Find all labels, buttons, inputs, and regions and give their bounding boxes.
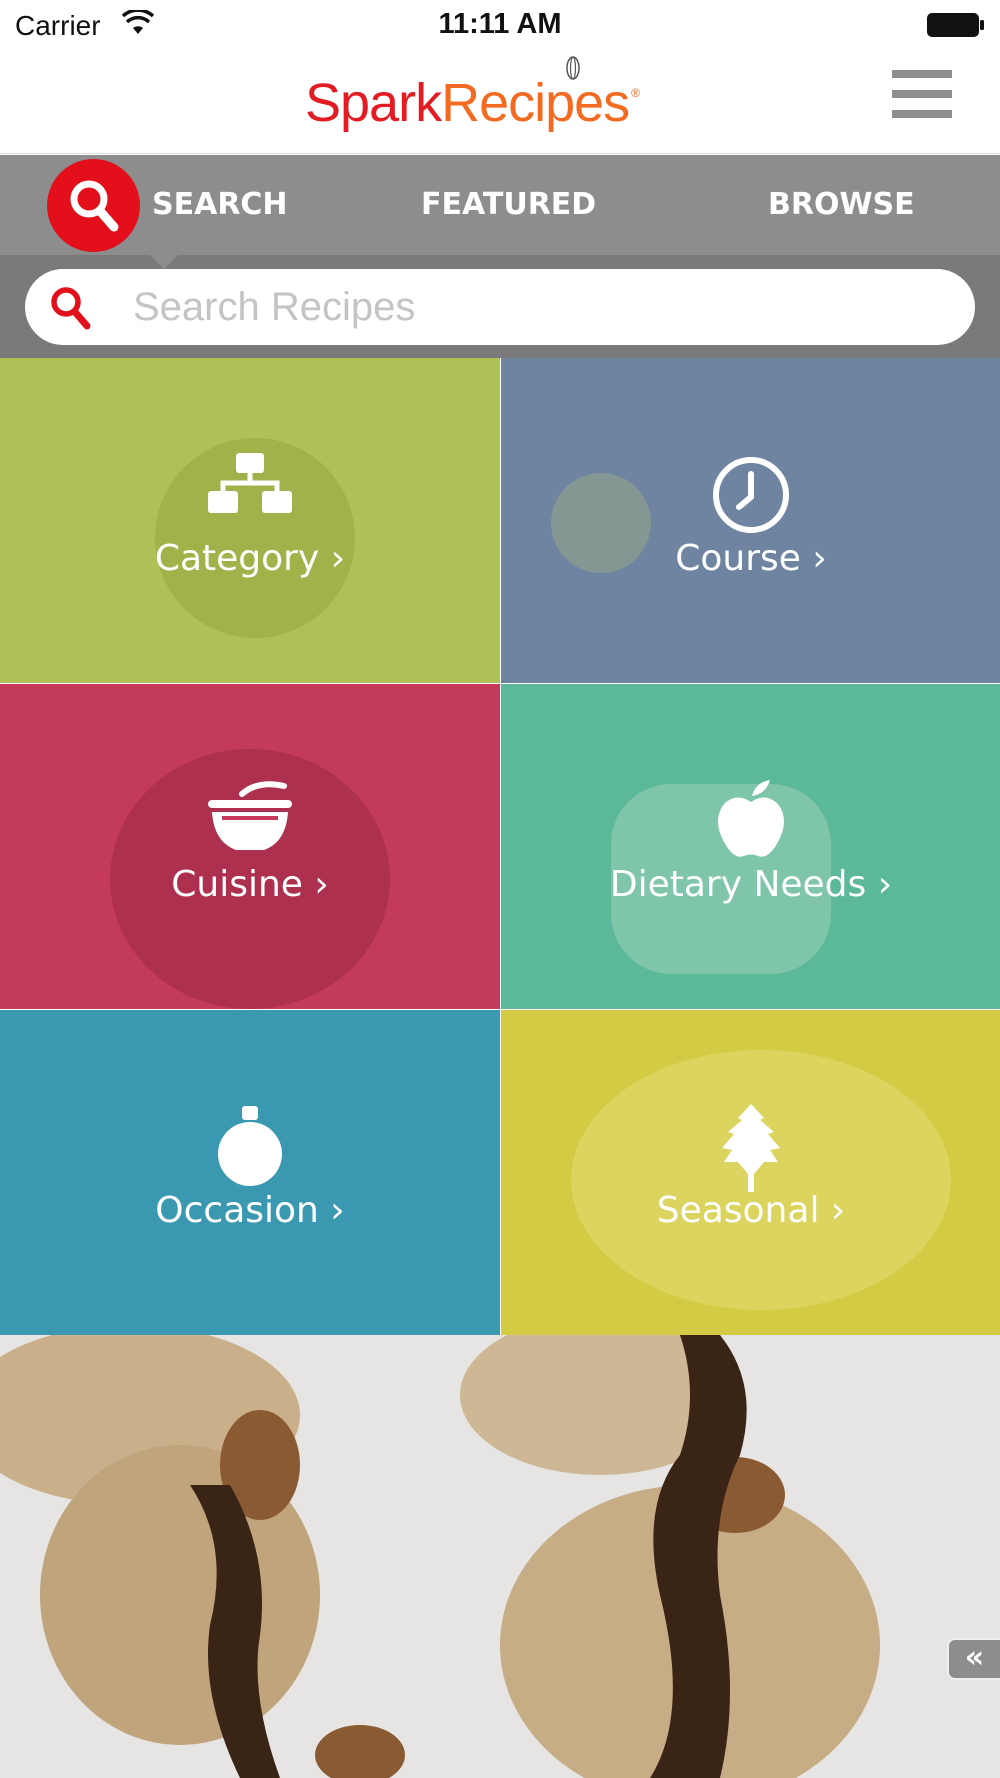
tab-featured[interactable]: FEATURED xyxy=(421,155,596,255)
collapse-panel-button[interactable]: « xyxy=(947,1638,1000,1680)
tile-label: Seasonal › xyxy=(656,1190,846,1231)
tab-search[interactable]: SEARCH xyxy=(152,155,288,255)
tile-category[interactable]: Category › xyxy=(0,358,500,683)
logo-text-spark: Spark xyxy=(305,73,442,133)
hamburger-icon xyxy=(892,70,952,78)
tile-label: Dietary Needs › xyxy=(609,864,893,905)
tile-label: Course › xyxy=(675,538,827,579)
search-icon xyxy=(51,287,91,330)
ornament-icon xyxy=(218,1106,282,1186)
tile-label: Occasion › xyxy=(155,1190,345,1231)
hierarchy-icon xyxy=(208,453,292,513)
whisk-icon xyxy=(566,56,580,80)
status-bar: Carrier 11:11 AM xyxy=(0,0,1000,50)
featured-recipe-image[interactable] xyxy=(0,1335,1000,1778)
search-box[interactable] xyxy=(25,269,975,345)
tab-bar: SEARCH FEATURED BROWSE xyxy=(0,155,1000,255)
browse-grid: Category › Course › Cuisine › Dietary Ne… xyxy=(0,358,1000,1335)
tile-dietary-needs[interactable]: Dietary Needs › xyxy=(501,684,1000,1009)
active-tab-pointer xyxy=(150,255,178,269)
status-time: 11:11 AM xyxy=(438,8,562,40)
search-input[interactable] xyxy=(133,275,953,339)
menu-button[interactable] xyxy=(892,70,952,128)
food-photo xyxy=(0,1335,1000,1778)
tab-search-icon-button[interactable] xyxy=(47,159,140,252)
search-row xyxy=(0,255,1000,358)
clock-icon xyxy=(713,457,789,533)
tab-browse[interactable]: BROWSE xyxy=(768,155,915,255)
app-header: SparkRecipes ® xyxy=(0,50,1000,154)
tile-occasion[interactable]: Occasion › xyxy=(0,1010,500,1335)
logo-registered-mark: ® xyxy=(631,86,640,100)
sparkrecipes-logo[interactable]: SparkRecipes ® xyxy=(305,72,640,134)
tile-course[interactable]: Course › xyxy=(501,358,1000,683)
tile-label: Category › xyxy=(154,538,346,579)
logo-text-recipes: Recipes xyxy=(441,73,630,133)
tile-label: Cuisine › xyxy=(171,864,329,905)
battery-icon xyxy=(927,13,984,37)
leaf-icon xyxy=(722,1104,780,1192)
search-icon xyxy=(70,180,119,232)
tile-seasonal[interactable]: Seasonal › xyxy=(501,1010,1000,1335)
apple-icon xyxy=(718,780,784,857)
tile-cuisine[interactable]: Cuisine › xyxy=(0,684,500,1009)
bowl-icon xyxy=(208,781,292,850)
